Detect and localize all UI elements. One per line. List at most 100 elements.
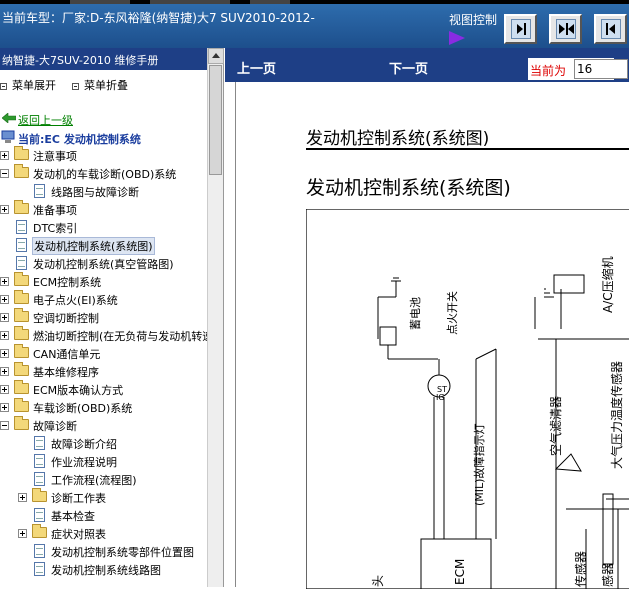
tree-item-label: 车载诊断(OBD)系统: [33, 402, 133, 415]
document-viewer: 上一页 下一页 当前为 发动机控制系统(系统图) 发动机控制系统(系统图): [225, 48, 629, 589]
expand-toggle-icon[interactable]: [0, 331, 9, 340]
tree-item-label: DTC索引: [33, 222, 78, 235]
folder-icon: [14, 308, 29, 322]
document-icon: [34, 184, 45, 198]
view-double-page-button[interactable]: [549, 14, 582, 44]
menu-expand-label: 菜单展开: [12, 79, 56, 92]
ac-compressor-label: A/C压缩机: [600, 256, 615, 313]
expand-icon: [0, 82, 7, 90]
tree-item-label: 工作流程(流程图): [51, 474, 137, 487]
menu-collapse-button[interactable]: 菜单折叠: [72, 77, 128, 93]
ecm-label: ECM: [453, 559, 467, 585]
document-icon: [34, 436, 45, 450]
expand-toggle-icon[interactable]: [18, 493, 27, 502]
tree-item-label: 燃油切断控制(在无负荷与发动机转速: [33, 330, 214, 343]
current-section-label: 当前:EC 发动机控制系统: [18, 133, 141, 146]
play-forward-icon: [511, 19, 531, 39]
tree-item-label: ECM版本确认方式: [33, 384, 124, 397]
tree-item-label: 注意事项: [33, 150, 77, 163]
prev-page-link[interactable]: 上一页: [237, 58, 276, 77]
expand-toggle-icon[interactable]: [0, 295, 9, 304]
sensor-bottom-label: 传感器: [573, 551, 588, 587]
expand-toggle-icon[interactable]: [0, 205, 9, 214]
scroll-up-icon[interactable]: [208, 48, 224, 64]
tree-item-label: 作业流程说明: [51, 456, 117, 469]
tree-item-label: 基本检查: [51, 510, 95, 523]
folder-icon: [32, 524, 47, 538]
collapse-toggle-icon[interactable]: [0, 421, 9, 430]
folder-icon: [14, 416, 29, 430]
tree-item-label: CAN通信单元: [33, 348, 101, 361]
ac-compressor-symbol: [553, 274, 585, 294]
current-car-label: 当前车型：厂家:D-东风裕隆(纳智捷)大7 SUV2010-2012-: [2, 11, 315, 25]
back-arrow-icon: [2, 113, 16, 123]
view-control-arrow-icon: [449, 31, 465, 45]
tree-item-label: 准备事项: [33, 204, 77, 217]
folder-icon: [14, 272, 29, 286]
expand-toggle-icon[interactable]: [0, 385, 9, 394]
tree-item-label: 发动机控制系统(系统图): [32, 237, 155, 255]
battery-label: 蓄电池: [409, 297, 422, 330]
document-icon: [34, 472, 45, 486]
menu-expand-button[interactable]: 菜单展开: [0, 77, 56, 93]
bottom-left-label: 头: [371, 575, 385, 587]
tree-item-label: 空调切断控制: [33, 312, 99, 325]
folder-icon: [14, 146, 29, 160]
tree-item-label: 诊断工作表: [51, 492, 106, 505]
tree-item-label: 线路图与故障诊断: [51, 186, 139, 199]
tree-item-label: 故障诊断介绍: [51, 438, 117, 451]
next-page-link[interactable]: 下一页: [389, 58, 428, 77]
folder-icon: [14, 164, 29, 178]
bottom-mid-label: 感器: [600, 563, 615, 587]
folder-icon: [14, 326, 29, 340]
diagram-frame: [306, 209, 629, 589]
tree-item-label: 发动机的车载诊断(OBD)系统: [33, 168, 177, 181]
view-prev-button[interactable]: [594, 14, 627, 44]
folder-icon: [14, 200, 29, 214]
tree-scrollbar[interactable]: [207, 48, 224, 587]
app-header: 当前车型：厂家:D-东风裕隆(纳智捷)大7 SUV2010-2012- 视图控制: [0, 0, 629, 48]
baro-sensor-label: 大气压力温度传感器: [609, 361, 624, 469]
folder-icon: [14, 398, 29, 412]
manual-tree-panel: 纳智捷-大7SUV-2010 维修手册 菜单展开 菜单折叠 返回上一级 当前:E…: [0, 48, 224, 587]
document-icon: [34, 562, 45, 576]
current-page-label: 当前为: [530, 64, 567, 78]
expand-toggle-icon[interactable]: [0, 313, 9, 322]
tree-item-label: 发动机控制系统(真空管路图): [33, 258, 174, 271]
battery-symbol: [379, 326, 397, 346]
current-page-input[interactable]: [574, 59, 628, 79]
expand-toggle-icon[interactable]: [18, 529, 27, 538]
expand-toggle-icon[interactable]: [0, 151, 9, 160]
tree-item-label: 故障诊断: [33, 420, 77, 433]
folder-icon: [14, 380, 29, 394]
top-tab-strip: [0, 0, 629, 4]
document-page: 发动机控制系统(系统图) 发动机控制系统(系统图) 蓄电池 点火开关 ST IG…: [235, 82, 629, 589]
current-page-box: 当前为: [528, 58, 628, 80]
expand-toggle-icon[interactable]: [0, 367, 9, 376]
document-icon: [34, 454, 45, 468]
collapse-toggle-icon[interactable]: [0, 169, 9, 178]
expand-toggle-icon[interactable]: [0, 277, 9, 286]
tree-item-label: 发动机控制系统线路图: [51, 564, 161, 577]
document-icon: [16, 220, 27, 234]
engine-control-system-diagram: 蓄电池 点火开关 ST IG (MIL)故障指示灯 ECM A/C压缩机 空气滤…: [306, 209, 629, 589]
tree-item-label: ECM控制系统: [33, 276, 102, 289]
computer-icon: [1, 130, 15, 143]
folder-icon: [14, 290, 29, 304]
tree-item-label: 症状对照表: [51, 528, 106, 541]
return-up-label: 返回上一级: [18, 114, 73, 127]
play-back-icon: [601, 19, 621, 39]
tree-item-label: 电子点火(EI)系统: [33, 294, 118, 307]
document-icon: [16, 256, 27, 270]
doc-title: 发动机控制系统(系统图): [306, 177, 511, 199]
expand-toggle-icon[interactable]: [0, 403, 9, 412]
document-icon: [34, 508, 45, 522]
document-icon: [34, 544, 45, 558]
view-next-button[interactable]: [504, 14, 537, 44]
air-cleaner-label: 空气滤清器: [548, 396, 563, 456]
folder-icon: [14, 362, 29, 376]
page-nav-bar: 上一页 下一页 当前为: [225, 48, 629, 82]
expand-toggle-icon[interactable]: [0, 349, 9, 358]
scroll-thumb[interactable]: [209, 65, 222, 175]
ignition-switch-label: 点火开关: [445, 291, 459, 335]
